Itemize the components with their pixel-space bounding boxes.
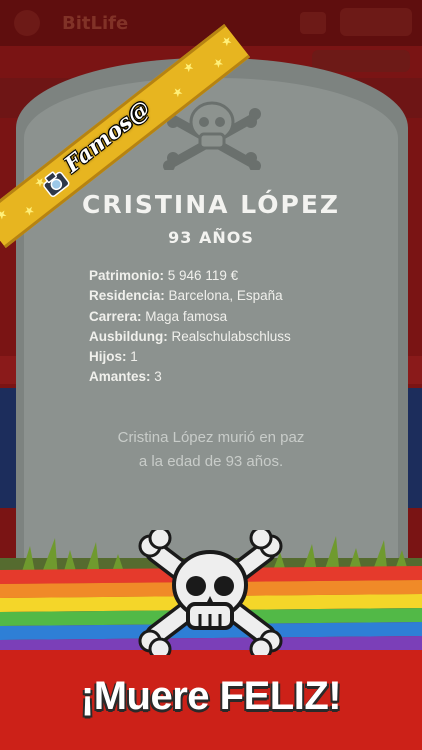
stat-row: Amantes: 3 [89, 367, 291, 387]
stat-key: Amantes: [89, 369, 151, 385]
stat-row: Ausbildung: Realschulabschluss [89, 327, 291, 347]
stat-row: Residencia: Barcelona, España [89, 286, 291, 306]
trophy-icon [300, 12, 326, 34]
slogan: ¡Muere FELIZ! [80, 674, 342, 718]
stat-value: Maga famosa [145, 308, 228, 324]
stat-key: Ausbildung: [89, 328, 168, 344]
dimmed-balance-pill [312, 50, 410, 72]
ribbon-band: ★ ★ ★ ★ ★ ★ ★ Famos@ [0, 24, 251, 248]
epitaph-line: a la edad de 93 años. [138, 453, 284, 470]
stat-value: 1 [130, 349, 138, 365]
epitaph-text: Cristina López murió en paz a la edad de… [40, 426, 382, 474]
stat-value: Realschulabschluss [171, 328, 291, 344]
famous-ribbon: ★ ★ ★ ★ ★ ★ ★ Famos@ [0, 0, 280, 280]
stat-value: Barcelona, España [168, 288, 283, 304]
app-bar-button [340, 8, 412, 36]
epitaph-line: Cristina López murió en paz [117, 429, 305, 446]
stat-key: Residencia: [89, 288, 165, 304]
stat-key: Hijos: [89, 349, 127, 365]
stat-row: Hijos: 1 [89, 347, 291, 367]
skull-crossbones-icon [138, 530, 283, 655]
stat-row: Carrera: Maga famosa [89, 307, 291, 327]
stat-value: 3 [154, 369, 162, 385]
stats-list: Patrimonio: 5 946 119 € Residencia: Barc… [89, 266, 291, 388]
stat-key: Carrera: [89, 308, 142, 324]
